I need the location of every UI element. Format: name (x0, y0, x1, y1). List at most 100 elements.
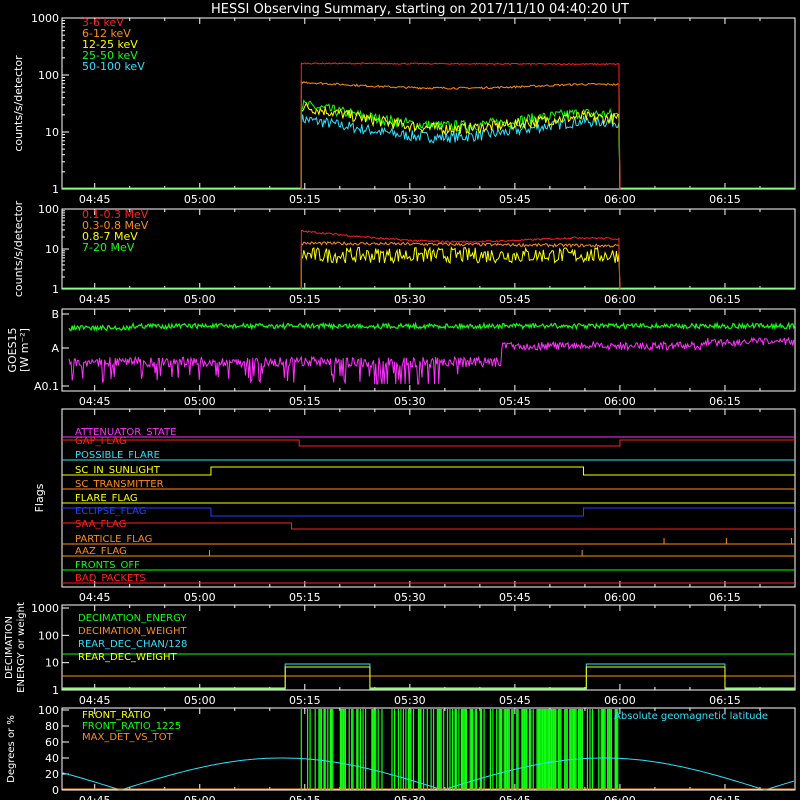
panel-decimation: 04:45 05:00 05:15 05:30 05:45 06:00 06:15 1 10 10… (4, 602, 796, 707)
flag-line (62, 466, 795, 476)
x-tick-label: 06:00 (604, 395, 636, 408)
legend-entry: Absolute geomagnetic latitude (614, 711, 768, 722)
panel-high-energy-frame (61, 208, 796, 290)
flag-label: ECLIPSE_FLAG (75, 506, 146, 517)
y-tick-label: 20 (45, 768, 59, 781)
x-tick-label: 05:30 (394, 293, 426, 306)
panel-goes: 04:45 05:00 05:15 05:30 05:45 06:00 06:15 B A A0.… (6, 308, 796, 408)
y-tick-label: 10 (45, 657, 59, 670)
y-tick-label: 0 (52, 784, 59, 797)
y-tick-label: 1 (52, 283, 59, 296)
legend-entry: 50-100 keV (82, 60, 145, 73)
x-tick-label: 05:45 (499, 694, 531, 707)
x-tick-label: 06:15 (709, 794, 741, 800)
flag-label: POSSIBLE_FLARE (75, 450, 160, 461)
flag-line (62, 522, 795, 530)
y-tick-label: 80 (45, 720, 59, 733)
x-tick-label: 04:45 (79, 193, 111, 206)
y-tick-label: B (51, 308, 59, 321)
y-tick-label: 100 (38, 203, 59, 216)
legend-entry: MAX_DET_VS_TOT (82, 732, 174, 743)
y-axis-label: Flags (33, 483, 46, 512)
x-tick-label: 06:00 (604, 794, 636, 800)
y-tick-label: A (51, 342, 59, 355)
series-line (300, 240, 621, 290)
x-tick-label: 04:45 (79, 591, 111, 604)
flag-line (62, 439, 795, 447)
rear-dec-weight-line (62, 666, 795, 689)
panel-low-energy-frame (61, 17, 796, 190)
flag-line (62, 507, 795, 517)
panel-ratios: 04:45 05:00 05:15 05:30 05:45 06:00 06:15 0 20 40… (6, 704, 796, 800)
y-axis-label: ENERGY or weight (16, 602, 27, 693)
y-tick-label: A0.1 (34, 380, 59, 393)
x-tick-label: 06:00 (604, 591, 636, 604)
x-tick-label: 05:00 (184, 395, 216, 408)
x-tick-label: 06:15 (709, 694, 741, 707)
x-tick-label: 05:15 (289, 193, 321, 206)
flag-label: SC_TRANSMITTER (75, 479, 164, 490)
flag-label: SC_IN_SUNLIGHT (75, 465, 161, 476)
x-tick-label: 05:15 (289, 591, 321, 604)
y-tick-label: 1 (52, 183, 59, 196)
y-axis-label: counts/s/detector (12, 200, 25, 297)
series-line (300, 229, 621, 290)
legend-entry: REAR_DEC_WEIGHT (78, 652, 177, 663)
x-tick-label: 05:45 (499, 794, 531, 800)
series-line (300, 99, 621, 190)
x-tick-label: 05:00 (184, 293, 216, 306)
chart-title: HESSI Observing Summary, starting on 201… (211, 2, 629, 17)
legend-entry: REAR_DEC_CHAN/128 (78, 639, 187, 650)
x-tick-label: 05:15 (289, 694, 321, 707)
y-axis-label: Degrees or % (6, 715, 17, 783)
x-tick-label: 05:30 (394, 694, 426, 707)
flag-label: AAZ_FLAG (75, 546, 127, 557)
x-tick-label: 06:00 (604, 694, 636, 707)
goes-short-line (68, 336, 796, 385)
y-tick-label: 1000 (31, 602, 59, 615)
y-tick-label: 10 (45, 126, 59, 139)
x-tick-label: 05:30 (394, 794, 426, 800)
y-tick-label: 1 (52, 684, 59, 697)
x-tick-label: 05:45 (499, 591, 531, 604)
x-tick-label: 06:15 (709, 293, 741, 306)
x-tick-label: 05:30 (394, 395, 426, 408)
x-tick-label: 05:15 (289, 395, 321, 408)
flag-label: SAA_FLAG (75, 519, 126, 530)
panel-low-energy: 04:45 05:00 05:15 05:30 05:45 06:00 06:15 1 10 10… (12, 12, 796, 206)
x-tick-label: 05:45 (499, 193, 531, 206)
flag-line (62, 538, 795, 545)
flag-label: BAD_PACKETS (75, 573, 146, 584)
x-tick-label: 06:15 (709, 591, 741, 604)
x-tick-label: 05:15 (289, 794, 321, 800)
x-tick-label: 06:00 (604, 293, 636, 306)
hessi-summary-chart: HESSI Observing Summary, starting on 201… (4, 2, 796, 800)
x-tick-label: 05:00 (184, 794, 216, 800)
x-tick-label: 05:15 (289, 293, 321, 306)
front-ratio-1225-bars (300, 709, 619, 790)
x-tick-label: 05:00 (184, 193, 216, 206)
flag-label: FLARE_FLAG (75, 493, 138, 504)
legend-entry: DECIMATION_ENERGY (78, 613, 187, 624)
y-axis-label: counts/s/detector (12, 55, 25, 152)
panel-high-energy: 04:45 05:00 05:15 05:30 05:45 06:00 06:15 1 10 10… (12, 200, 796, 306)
x-tick-label: 05:00 (184, 694, 216, 707)
y-axis-label: DECIMATION (4, 616, 15, 679)
y-tick-label: 1000 (31, 12, 59, 25)
flag-label: GAP_FLAG (75, 436, 127, 447)
flag-line (62, 550, 795, 557)
y-axis-unit: [W m⁻²] (18, 328, 31, 372)
y-tick-label: 100 (38, 69, 59, 82)
panel-flags: 04:45 05:00 05:15 05:30 05:45 06:00 06:15 Flags… (33, 408, 796, 604)
x-tick-label: 04:45 (79, 694, 111, 707)
x-tick-label: 06:15 (709, 193, 741, 206)
x-tick-label: 05:30 (394, 591, 426, 604)
series-line (300, 246, 621, 290)
goes-long-line (68, 321, 796, 332)
x-tick-label: 04:45 (79, 794, 111, 800)
flag-label: FRONTS_OFF (75, 560, 140, 571)
x-tick-label: 06:00 (604, 193, 636, 206)
y-tick-label: 100 (38, 629, 59, 642)
flag-label: PARTICLE_FLAG (75, 534, 152, 545)
y-tick-label: 40 (45, 752, 59, 765)
